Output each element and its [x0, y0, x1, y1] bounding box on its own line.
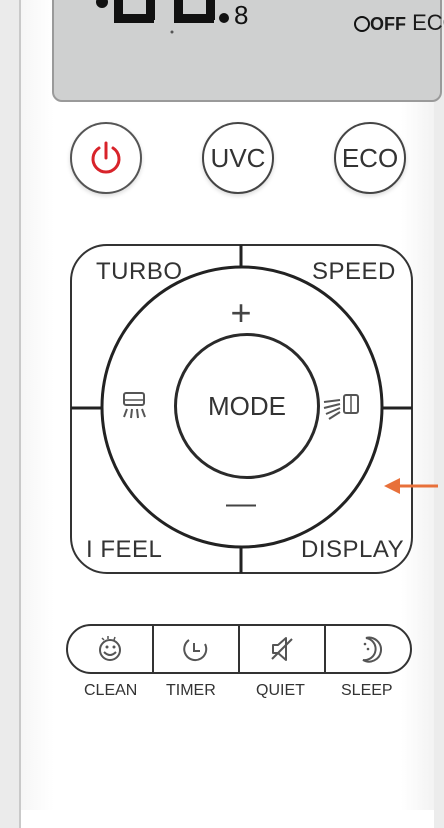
timer-icon: [183, 639, 208, 661]
annotation-arrow-icon: [384, 478, 438, 494]
quiet-icon: [271, 637, 293, 661]
display-label: DISPLAY: [301, 536, 405, 563]
mode-button[interactable]: MODE: [174, 333, 320, 479]
turbo-label: TURBO: [96, 258, 183, 285]
plus-label: +: [230, 292, 252, 333]
speed-label: SPEED: [312, 258, 396, 285]
sleep-button[interactable]: [326, 626, 410, 672]
clean-label: CLEAN: [84, 682, 138, 699]
quiet-button[interactable]: [240, 626, 326, 672]
sleep-icon: [362, 636, 383, 663]
mode-label: MODE: [208, 390, 286, 421]
plus-button[interactable]: +: [216, 292, 266, 334]
vertical-swing-button[interactable]: [112, 385, 156, 429]
timer-label: TIMER: [166, 682, 216, 699]
clean-icon: [99, 636, 121, 661]
vertical-swing-icon: [123, 392, 146, 419]
timer-button[interactable]: [154, 626, 240, 672]
horizontal-swing-button[interactable]: [316, 385, 366, 429]
minus-button[interactable]: —: [216, 484, 266, 524]
quiet-label: QUIET: [256, 682, 305, 699]
minus-label: —: [226, 487, 256, 520]
horizontal-swing-icon: [323, 394, 359, 420]
sleep-label: SLEEP: [341, 682, 393, 699]
ifeel-label: I FEEL: [86, 536, 163, 563]
bottom-button-bar: [66, 624, 412, 674]
clean-button[interactable]: [68, 626, 154, 672]
